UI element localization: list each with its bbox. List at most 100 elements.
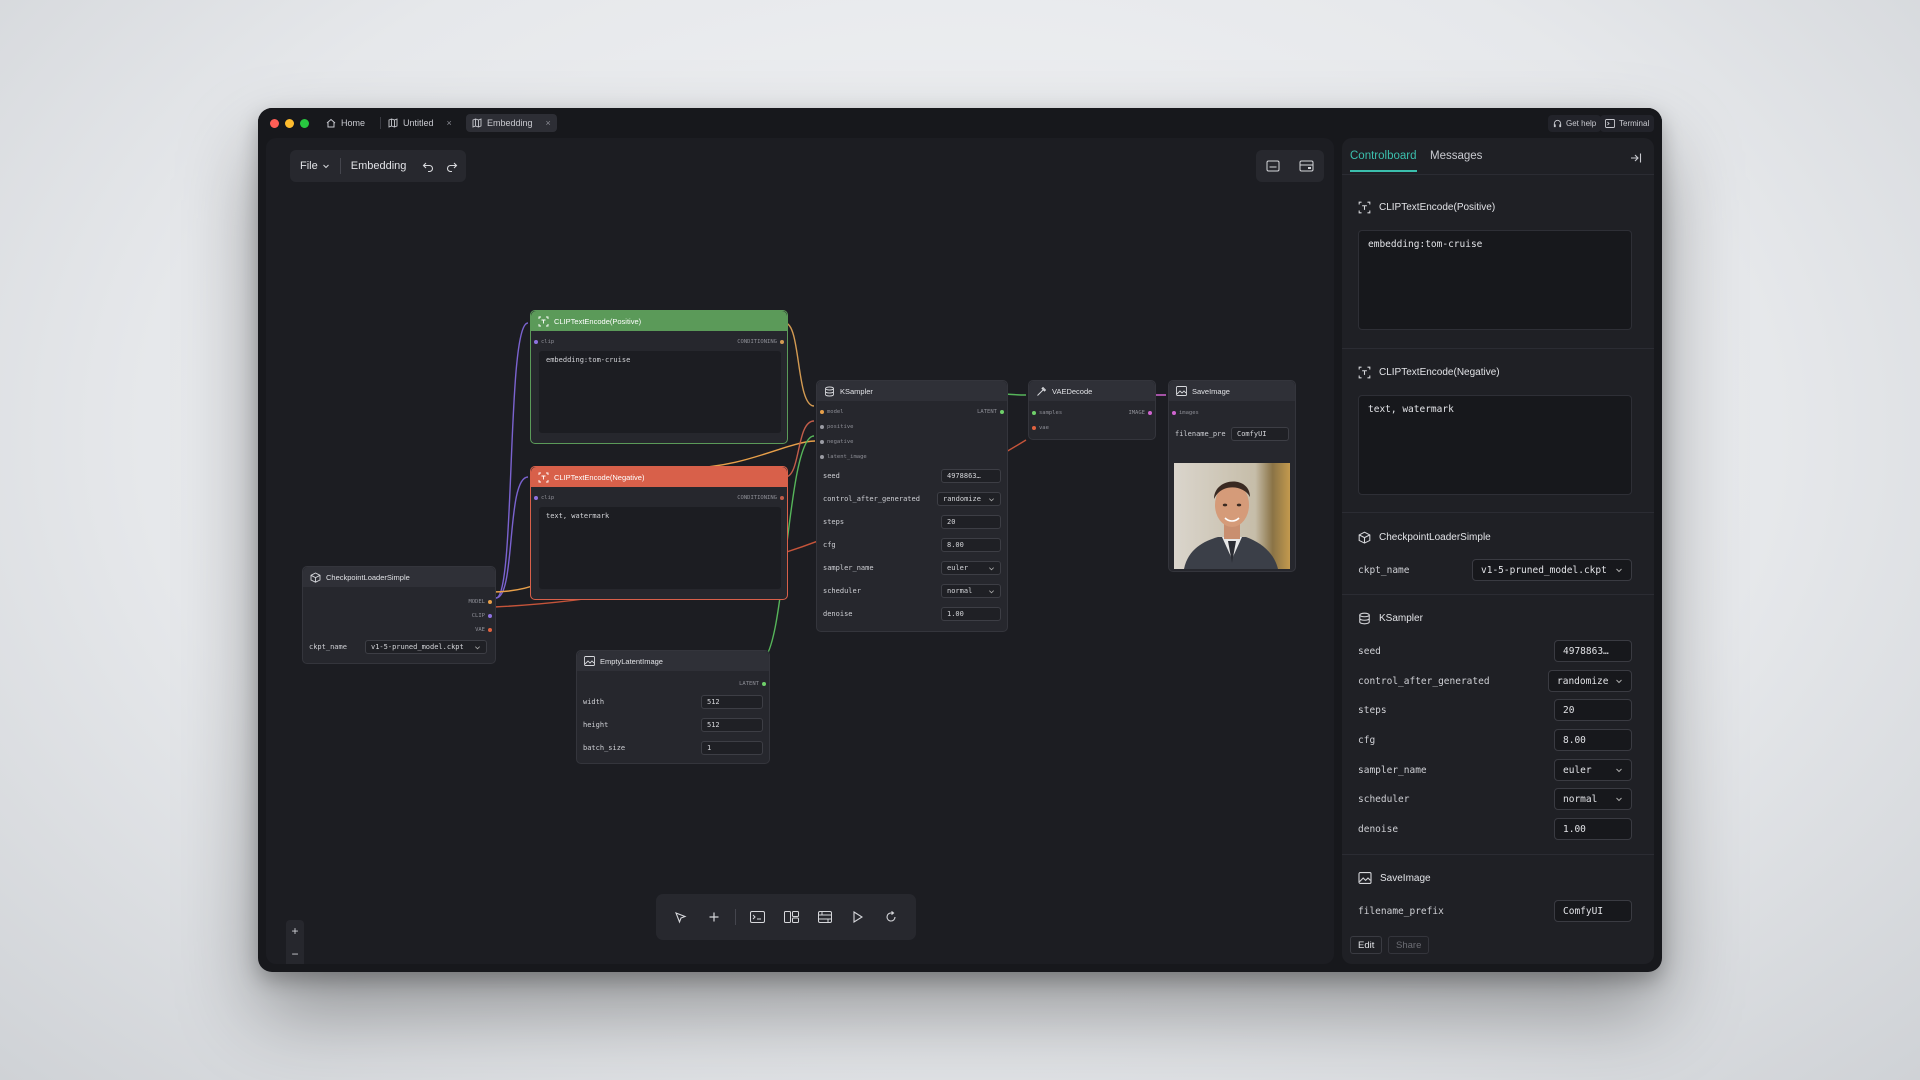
play-icon [853,911,864,923]
input-port-images[interactable]: images [1172,410,1199,416]
share-button[interactable]: Share [1388,936,1430,954]
output-port-model[interactable]: MODEL [468,599,492,605]
ckpt-name-select[interactable]: v1-5-pruned_model.ckpt [1472,559,1632,581]
close-tab-icon[interactable]: × [546,118,551,128]
input-port-vae[interactable]: vae [1032,425,1049,431]
node-clip-text-encode-negative[interactable]: CLIPTextEncode(Negative) clip CONDITIONI… [530,466,788,600]
tab-messages[interactable]: Messages [1430,150,1482,162]
graph-canvas[interactable]: File Embedding CLIPTextEncode(Positive) [266,138,1334,964]
zoom-in-icon[interactable]: + [291,924,298,938]
node-header[interactable]: SaveImage [1169,381,1295,401]
input-value: 512 [707,698,720,706]
vae-decode-icon [1037,386,1047,396]
queue-button[interactable] [813,905,837,929]
edit-button[interactable]: Edit [1350,936,1383,954]
maximize-window-button[interactable] [300,119,309,128]
field-label: control_after_generated [1358,676,1490,687]
port-label: clip [541,495,555,501]
reset-button[interactable] [879,905,903,929]
input-port-latent-image[interactable]: latent_image [820,454,867,460]
gallery-view-icon[interactable] [1299,160,1314,172]
field-label: seed [1358,646,1381,657]
close-tab-icon[interactable]: × [447,118,452,128]
get-help-button[interactable]: Get help [1548,115,1602,132]
output-port-conditioning[interactable]: CONDITIONING [737,339,784,345]
input-port-positive[interactable]: positive [820,424,854,430]
control-after-generated-select[interactable]: randomize [937,492,1001,506]
output-port-latent[interactable]: LATENT [739,681,766,687]
terminal-button[interactable]: Terminal [1600,115,1655,132]
ckpt-name-select[interactable]: v1-5-pruned_model.ckpt [365,640,487,654]
tab-untitled[interactable]: Untitled × [382,114,458,132]
prompt-textarea[interactable]: embedding:tom-cruise [539,351,781,433]
width-input[interactable]: 512 [701,695,763,709]
positive-prompt-textarea[interactable]: embedding:tom-cruise [1358,230,1632,330]
input-port-samples[interactable]: samples [1032,410,1062,416]
tab-label: Untitled [403,118,434,128]
scheduler-select[interactable]: normal [941,584,1001,598]
bottom-toolbar [656,894,916,940]
node-save-image[interactable]: SaveImage images filename_pre ComfyUI [1168,380,1296,572]
filename-prefix-input[interactable]: ComfyUI [1231,427,1289,441]
node-header[interactable]: CheckpointLoaderSimple [303,567,495,587]
node-header[interactable]: VAEDecode [1029,381,1155,401]
file-menu[interactable]: File [290,150,340,182]
steps-input[interactable]: 20 [941,515,1001,529]
undo-button[interactable] [416,150,440,182]
node-checkpoint-loader[interactable]: CheckpointLoaderSimple MODEL CLIP VAE ck… [302,566,496,664]
tab-controlboard[interactable]: Controlboard [1350,150,1416,162]
output-port-vae[interactable]: VAE [475,627,492,633]
node-ksampler[interactable]: KSampler model positive negative latent_… [816,380,1008,632]
input-port-clip[interactable]: clip [534,339,554,345]
sampler-name-select[interactable]: euler [1554,759,1632,781]
node-empty-latent-image[interactable]: EmptyLatentImage LATENT width 512 height… [576,650,770,764]
prompt-textarea[interactable]: text, watermark [539,507,781,589]
close-window-button[interactable] [270,119,279,128]
section-title-save-image: SaveImage [1358,872,1431,884]
input-port-negative[interactable]: negative [820,439,854,445]
wire-clip-negative [495,476,529,599]
panel-view-icon[interactable] [1266,160,1280,172]
input-port-model[interactable]: model [820,409,844,415]
run-button[interactable] [846,905,870,929]
workflow-name[interactable]: Embedding [341,150,417,182]
seed-input[interactable]: 4978863… [1554,640,1632,662]
node-header[interactable]: KSampler [817,381,1007,401]
negative-prompt-textarea[interactable]: text, watermark [1358,395,1632,495]
output-port-latent[interactable]: LATENT [977,409,1004,415]
node-header[interactable]: CLIPTextEncode(Negative) [531,467,787,487]
output-port-clip[interactable]: CLIP [472,613,492,619]
scheduler-select[interactable]: normal [1554,788,1632,810]
add-node-button[interactable] [702,905,726,929]
output-port-conditioning[interactable]: CONDITIONING [737,495,784,501]
filename-prefix-input[interactable]: ComfyUI [1554,900,1632,922]
cfg-input[interactable]: 8.00 [1554,729,1632,751]
generated-image-preview[interactable] [1174,463,1290,569]
redo-button[interactable] [440,150,466,182]
tab-embedding[interactable]: Embedding × [466,114,557,132]
cfg-input[interactable]: 8.00 [941,538,1001,552]
node-header[interactable]: CLIPTextEncode(Positive) [531,311,787,331]
node-header[interactable]: EmptyLatentImage [577,651,769,671]
control-after-generated-select[interactable]: randomize [1548,670,1632,692]
seed-input[interactable]: 4978863… [941,469,1001,483]
text-encode-icon [538,316,549,326]
denoise-input[interactable]: 1.00 [941,607,1001,621]
height-input[interactable]: 512 [701,718,763,732]
minimize-window-button[interactable] [285,119,294,128]
zoom-out-icon[interactable]: − [291,947,298,961]
steps-input[interactable]: 20 [1554,699,1632,721]
collapse-panel-icon[interactable] [1630,152,1642,164]
denoise-input[interactable]: 1.00 [1554,818,1632,840]
node-clip-text-encode-positive[interactable]: CLIPTextEncode(Positive) clip CONDITIONI… [530,310,788,444]
tab-home[interactable]: Home [320,114,371,132]
layout-button[interactable] [779,905,803,929]
divider [1342,594,1654,595]
node-vae-decode[interactable]: VAEDecode samples vae IMAGE [1028,380,1156,440]
sampler-name-select[interactable]: euler [941,561,1001,575]
select-tool-button[interactable] [669,905,693,929]
terminal-panel-button[interactable] [746,905,770,929]
input-port-clip[interactable]: clip [534,495,554,501]
output-port-image[interactable]: IMAGE [1128,410,1152,416]
batch-size-input[interactable]: 1 [701,741,763,755]
